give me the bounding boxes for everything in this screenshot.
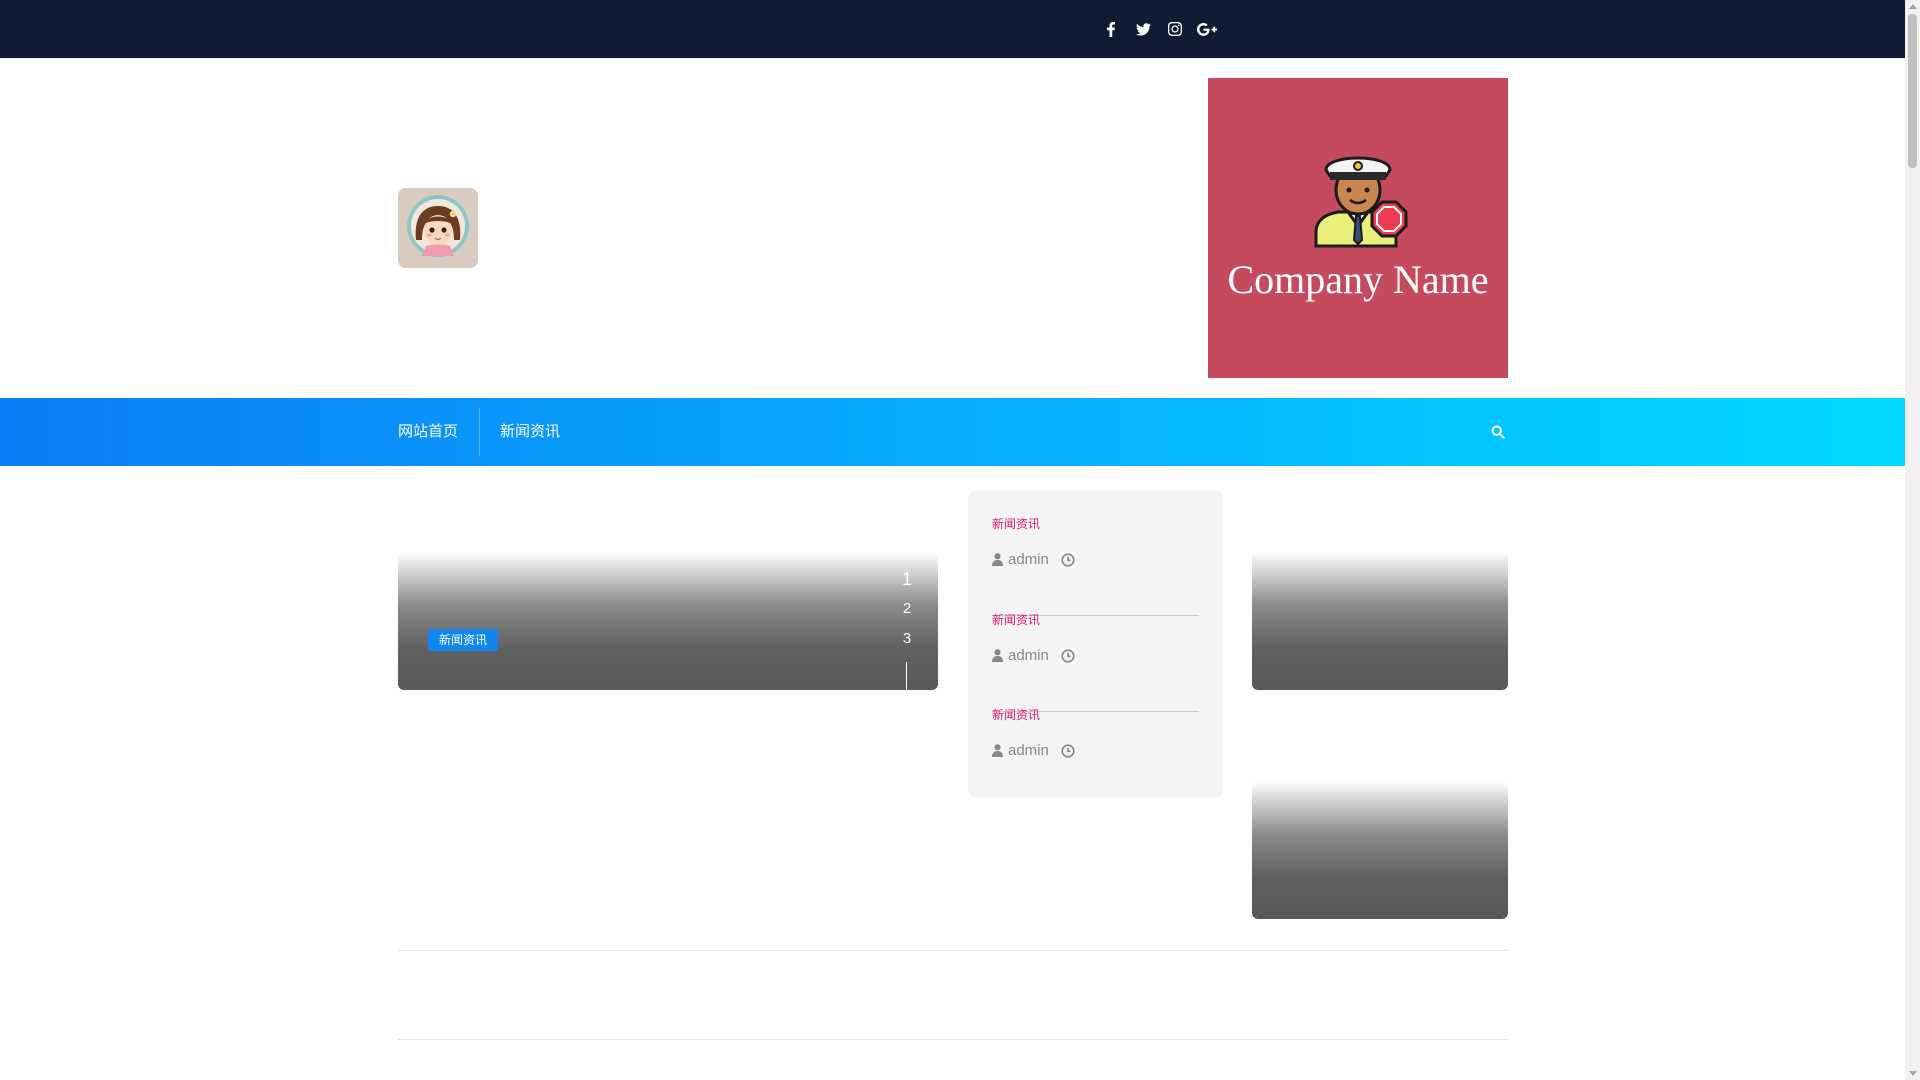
scroll-up-arrow[interactable] (1909, 4, 1917, 9)
social-links (1100, 18, 1228, 40)
nav-item-news[interactable]: 新闻资讯 (500, 398, 560, 466)
clock-icon (1061, 648, 1075, 663)
section-divider (398, 1039, 1508, 1040)
post-author[interactable]: admin (1008, 647, 1049, 664)
user-icon (992, 744, 1003, 757)
featured-thumb-1[interactable] (1252, 552, 1508, 690)
company-banner[interactable]: Company Name (1208, 78, 1508, 378)
slider-pagination: 1 2 3 (898, 564, 916, 654)
slider-page-1[interactable]: 1 (898, 564, 916, 594)
page-scrollbar[interactable] (1905, 0, 1920, 1080)
slide-category-badge[interactable]: 新闻资讯 (428, 629, 499, 651)
post-meta: admin (992, 551, 1075, 568)
facebook-icon[interactable] (1100, 18, 1122, 40)
girl-avatar-logo (398, 188, 478, 268)
slider-page-3[interactable]: 3 (898, 624, 916, 654)
page: Company Name 网站首页 新闻资讯 新闻资讯 1 2 3 新闻资讯 a… (0, 0, 1905, 1080)
site-logo[interactable] (398, 188, 478, 268)
featured-thumb-2[interactable] (1252, 781, 1508, 919)
slider-indicator-line (906, 662, 907, 690)
slider-page-2[interactable]: 2 (898, 594, 916, 624)
post-category[interactable]: 新闻资讯 (992, 515, 1040, 532)
recent-posts-list: 新闻资讯 admin 新闻资讯 admin 新闻资讯 admin (968, 490, 1223, 798)
post-author[interactable]: admin (1008, 551, 1049, 568)
nav-item-home[interactable]: 网站首页 (398, 398, 458, 466)
company-name: Company Name (1227, 257, 1489, 302)
twitter-icon[interactable] (1132, 18, 1154, 40)
instagram-icon[interactable] (1164, 18, 1186, 40)
clock-icon (1061, 552, 1075, 567)
user-icon (992, 649, 1003, 662)
post-category[interactable]: 新闻资讯 (992, 611, 1040, 628)
google-plus-icon[interactable] (1196, 18, 1218, 40)
featured-slider[interactable]: 新闻资讯 1 2 3 (398, 552, 938, 690)
top-bar (0, 0, 1905, 58)
post-meta: admin (992, 647, 1075, 664)
post-category[interactable]: 新闻资讯 (992, 706, 1040, 723)
section-divider (398, 950, 1508, 951)
user-icon (992, 553, 1003, 566)
search-icon[interactable] (1488, 422, 1508, 442)
nav-divider (479, 408, 480, 456)
security-guard-icon (1314, 156, 1408, 248)
post-author[interactable]: admin (1008, 742, 1049, 759)
clock-icon (1061, 743, 1075, 758)
scroll-down-arrow[interactable] (1909, 1071, 1917, 1076)
post-meta: admin (992, 742, 1075, 759)
scroll-thumb[interactable] (1908, 14, 1917, 168)
main-navbar: 网站首页 新闻资讯 (0, 398, 1905, 466)
